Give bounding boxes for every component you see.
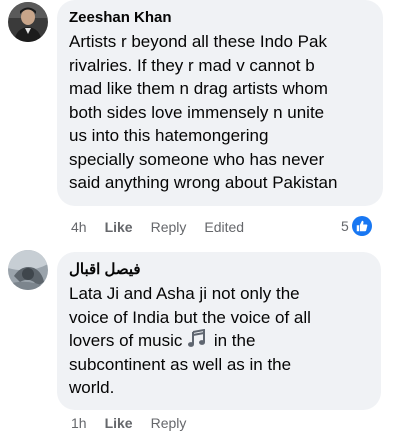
comment-text-line: rivalries. If they r mad v cannot b bbox=[69, 55, 315, 75]
comment-text-line: voice of India but the voice of all bbox=[69, 307, 311, 327]
comment-text-line: said anything wrong about Pakistan bbox=[69, 173, 338, 192]
comment-zeeshan-khan: Zeeshan Khan Artists r beyond all these … bbox=[0, 0, 402, 240]
avatar[interactable] bbox=[8, 2, 48, 42]
comment-text-line: specially someone who has never bbox=[69, 149, 325, 169]
reply-button[interactable]: Reply bbox=[151, 414, 187, 432]
comment-actions: 1h Like Reply bbox=[71, 414, 204, 432]
like-icon bbox=[351, 216, 372, 236]
comment-actions: 4h Like Reply Edited bbox=[71, 218, 262, 236]
comment-text-line: Artists r beyond all these Indo Pak bbox=[69, 32, 327, 51]
comment-text-fragment: in the bbox=[213, 331, 256, 350]
comment-text: Artists r beyond all these Indo Pak riva… bbox=[69, 30, 371, 195]
like-button[interactable]: Like bbox=[105, 414, 133, 432]
like-button[interactable]: Like bbox=[105, 218, 133, 236]
comment-text-line: mad like them n drag artists whom bbox=[69, 79, 328, 98]
comment-timestamp[interactable]: 1h bbox=[71, 414, 87, 432]
avatar[interactable] bbox=[8, 250, 48, 290]
reaction-summary[interactable]: 5 bbox=[341, 216, 372, 236]
comment-text-line: world. bbox=[69, 378, 115, 397]
comment-faisal-iqbal: فيصل اقبال Lata Ji and Asha ji not only … bbox=[0, 244, 402, 442]
comment-author[interactable]: Zeeshan Khan bbox=[69, 8, 371, 28]
comment-text-line: us into this hatemongering bbox=[69, 126, 269, 145]
music-notes-icon bbox=[188, 329, 206, 347]
profile-photo-icon bbox=[8, 250, 48, 290]
comment-text-fragment: lovers of music bbox=[69, 331, 183, 350]
comment-text-line: subcontinent as well as in the bbox=[69, 354, 292, 374]
comment-text: Lata Ji and Asha ji not only the voice o… bbox=[69, 282, 369, 400]
edited-label[interactable]: Edited bbox=[204, 218, 244, 236]
comment-author[interactable]: فيصل اقبال bbox=[69, 260, 369, 280]
reaction-count: 5 bbox=[341, 218, 349, 234]
comment-text-line: Lata Ji and Asha ji not only the bbox=[69, 284, 300, 303]
profile-photo-icon bbox=[8, 2, 48, 42]
comment-timestamp[interactable]: 4h bbox=[71, 218, 87, 236]
comment-text-line: lovers of music in the bbox=[69, 329, 369, 353]
comment-bubble: Zeeshan Khan Artists r beyond all these … bbox=[57, 0, 383, 206]
comment-text-line: both sides love immensely n unite bbox=[69, 102, 325, 122]
reply-button[interactable]: Reply bbox=[151, 218, 187, 236]
comment-bubble: فيصل اقبال Lata Ji and Asha ji not only … bbox=[57, 252, 381, 410]
